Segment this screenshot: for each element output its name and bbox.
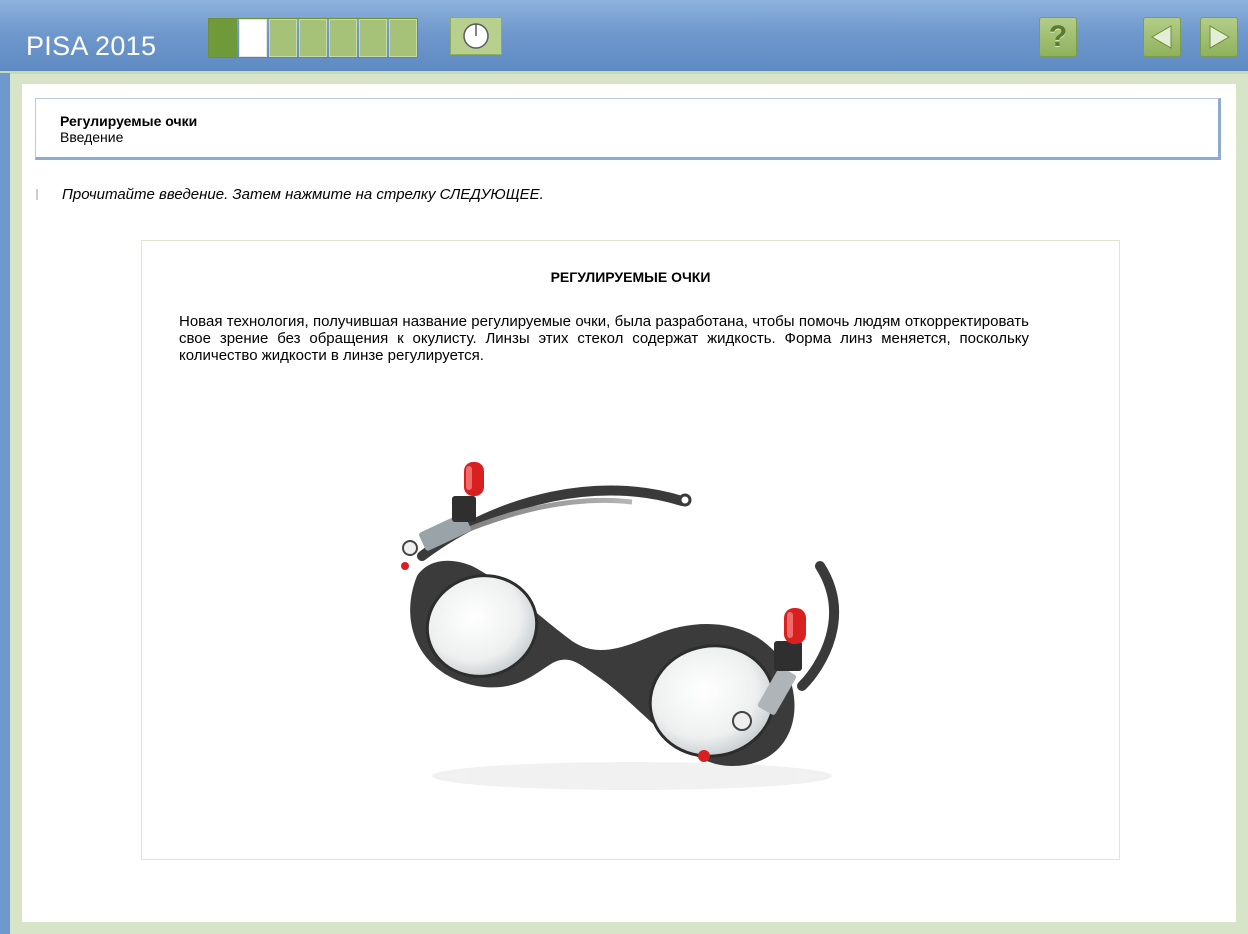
stimulus-panel: РЕГУЛИРУЕМЫЕ ОЧКИ Новая технология, полу… — [141, 240, 1120, 860]
progress-segment — [329, 19, 357, 57]
back-button[interactable] — [1143, 17, 1181, 57]
question-mark-icon: ? — [1048, 20, 1068, 53]
progress-segment — [209, 19, 237, 57]
progress-segment — [359, 19, 387, 57]
app-title: PISA 2015 — [26, 31, 157, 61]
stimulus-paragraph: Новая технология, получившая название ре… — [179, 313, 1029, 364]
unit-title: Регулируемые очки — [60, 113, 198, 129]
arrow-right-icon — [1209, 25, 1230, 49]
timer-button[interactable] — [450, 17, 502, 55]
progress-segment — [389, 19, 417, 57]
stimulus-heading: РЕГУЛИРУЕМЫЕ ОЧКИ — [550, 269, 711, 285]
progress-segment-current — [239, 19, 267, 57]
next-button[interactable] — [1200, 17, 1238, 57]
unit-subtitle: Введение — [60, 129, 124, 145]
top-toolbar: PISA 2015 ? — [0, 0, 1248, 73]
header-divider — [0, 71, 1248, 74]
instruction-marker — [36, 189, 38, 200]
unit-title-panel: Регулируемые очки Введение — [35, 98, 1221, 160]
help-button[interactable]: ? — [1039, 17, 1077, 57]
progress-segment — [299, 19, 327, 57]
progress-bar — [208, 18, 418, 58]
progress-segment — [269, 19, 297, 57]
adjustable-glasses-photo — [401, 462, 840, 790]
arrow-left-icon — [1151, 25, 1172, 49]
left-rail — [0, 73, 10, 934]
timer-clock-icon — [463, 23, 489, 49]
instruction-text: Прочитайте введение. Затем нажмите на ст… — [62, 186, 544, 203]
